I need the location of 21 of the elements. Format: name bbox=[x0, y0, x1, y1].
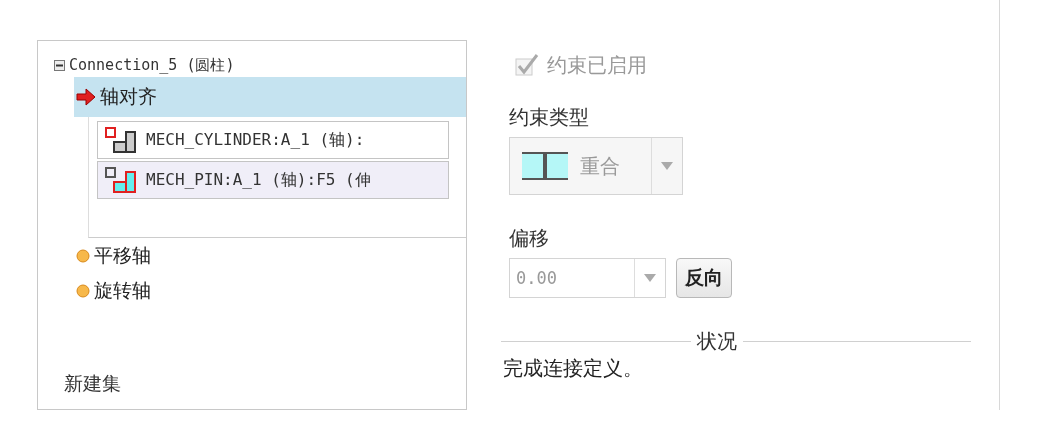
section-title: 状况 bbox=[697, 328, 737, 355]
checkbox-label: 约束已启用 bbox=[547, 51, 647, 79]
dot-icon bbox=[76, 283, 90, 298]
reference-item[interactable]: MECH_PIN:A_1 (轴):F5 (伸 bbox=[97, 161, 449, 199]
tree-item[interactable]: 旋转轴 bbox=[74, 273, 466, 308]
field-label: 约束类型 bbox=[509, 104, 590, 131]
flip-button[interactable]: 反向 bbox=[676, 258, 732, 298]
coincident-icon bbox=[522, 150, 568, 182]
dot-icon bbox=[76, 248, 90, 263]
reference-item[interactable]: MECH_CYLINDER:A_1 (轴): bbox=[97, 121, 449, 159]
arrow-icon bbox=[76, 88, 96, 106]
dropdown-value: 重合 bbox=[580, 152, 620, 180]
new-set-link[interactable]: 新建集 bbox=[64, 371, 466, 397]
caret-icon bbox=[644, 274, 656, 282]
tree-root-label[interactable]: Connection_5 (圆柱) bbox=[69, 55, 235, 75]
field-label: 偏移 bbox=[509, 225, 550, 252]
collapse-icon[interactable] bbox=[54, 59, 65, 71]
caret-icon bbox=[661, 162, 673, 170]
tree-item[interactable]: 平移轴 bbox=[74, 238, 466, 273]
status-message: 完成连接定义。 bbox=[503, 355, 644, 382]
tree-item[interactable]: 轴对齐 bbox=[74, 77, 466, 117]
